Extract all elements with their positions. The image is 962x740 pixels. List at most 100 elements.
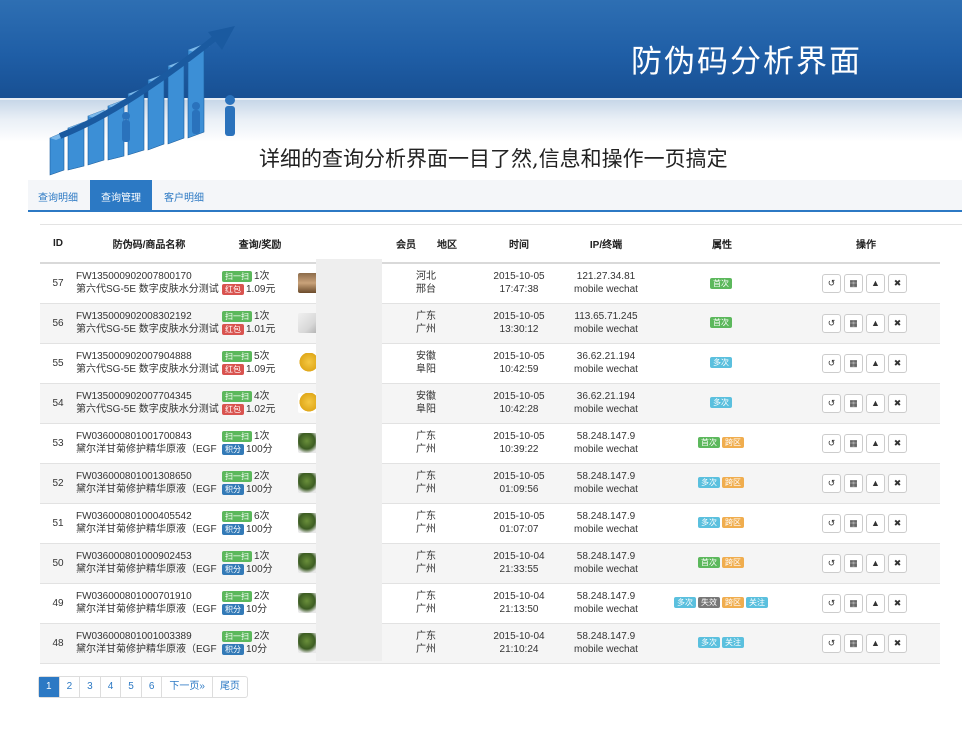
reward-type-badge: 红包 bbox=[222, 323, 244, 335]
header-query-reward: 查询/奖励 bbox=[222, 225, 298, 264]
lock-icon[interactable]: ▲ bbox=[866, 513, 885, 533]
reward-amount: 1.09元 bbox=[246, 284, 276, 296]
product-name: 黛尔洋甘菊修护精华原液（EGF bbox=[76, 444, 217, 455]
tab-customer-detail[interactable]: 客户明细 bbox=[164, 189, 204, 204]
lock-icon[interactable]: ▲ bbox=[866, 473, 885, 493]
query-count: 1次 bbox=[254, 551, 270, 562]
calendar-icon[interactable]: ▦ bbox=[844, 593, 863, 613]
close-icon[interactable]: ✖ bbox=[888, 473, 907, 493]
page-link-6[interactable]: 6 bbox=[142, 677, 163, 697]
history-icon[interactable]: ↺ bbox=[822, 553, 841, 573]
cell-region: 河北 邢台 bbox=[416, 263, 478, 304]
close-icon[interactable]: ✖ bbox=[888, 433, 907, 453]
close-icon[interactable]: ✖ bbox=[888, 513, 907, 533]
scan-badge: 扫一扫 bbox=[222, 430, 252, 442]
history-icon[interactable]: ↺ bbox=[822, 393, 841, 413]
anti-fake-code[interactable]: FW036000801000902453 bbox=[76, 550, 222, 563]
query-count: 1次 bbox=[254, 311, 270, 322]
ip-address: 36.62.21.194 bbox=[576, 351, 636, 362]
cell-region: 广东 广州 bbox=[416, 623, 478, 664]
close-icon[interactable]: ✖ bbox=[888, 633, 907, 653]
last-page-link[interactable]: 尾页 bbox=[213, 677, 247, 697]
lock-icon[interactable]: ▲ bbox=[866, 313, 885, 333]
terminal: mobile wechat bbox=[574, 484, 638, 495]
close-icon[interactable]: ✖ bbox=[888, 313, 907, 333]
calendar-icon[interactable]: ▦ bbox=[844, 313, 863, 333]
anti-fake-code[interactable]: FW036000801001003389 bbox=[76, 630, 222, 643]
calendar-icon[interactable]: ▦ bbox=[844, 473, 863, 493]
table-row[interactable]: 49 FW036000801000701910 黛尔洋甘菊修护精华原液（EGF … bbox=[40, 583, 940, 624]
history-icon[interactable]: ↺ bbox=[822, 433, 841, 453]
cell-time: 2015-10-05 17:47:38 bbox=[478, 263, 560, 304]
table-row[interactable]: 57 FW135000902007800170 第六代SG-5E 数字皮肤水分测… bbox=[40, 263, 940, 304]
close-icon[interactable]: ✖ bbox=[888, 393, 907, 413]
city: 广州 bbox=[416, 524, 436, 535]
anti-fake-code[interactable]: FW135000902007904888 bbox=[76, 350, 222, 363]
page-link-1[interactable]: 1 bbox=[39, 677, 60, 697]
page-link-5[interactable]: 5 bbox=[121, 677, 142, 697]
calendar-icon[interactable]: ▦ bbox=[844, 433, 863, 453]
tab-query-detail[interactable]: 查询明细 bbox=[38, 189, 78, 204]
calendar-icon[interactable]: ▦ bbox=[844, 353, 863, 373]
calendar-icon[interactable]: ▦ bbox=[844, 273, 863, 293]
query-time: 13:30:12 bbox=[499, 324, 539, 335]
cell-code-name: FW135000902008302192 第六代SG-5E 数字皮肤水分测试 bbox=[76, 303, 222, 344]
table-row[interactable]: 53 FW036000801001700843 黛尔洋甘菊修护精华原液（EGF … bbox=[40, 423, 940, 464]
close-icon[interactable]: ✖ bbox=[888, 353, 907, 373]
lock-icon[interactable]: ▲ bbox=[866, 633, 885, 653]
next-page-link[interactable]: 下一页» bbox=[162, 677, 213, 697]
history-icon[interactable]: ↺ bbox=[822, 273, 841, 293]
lock-icon[interactable]: ▲ bbox=[866, 553, 885, 573]
page-link-4[interactable]: 4 bbox=[101, 677, 122, 697]
history-icon[interactable]: ↺ bbox=[822, 633, 841, 653]
history-icon[interactable]: ↺ bbox=[822, 353, 841, 373]
table-row[interactable]: 54 FW135000902007704345 第六代SG-5E 数字皮肤水分测… bbox=[40, 383, 940, 424]
table-row[interactable]: 50 FW036000801000902453 黛尔洋甘菊修护精华原液（EGF … bbox=[40, 543, 940, 584]
lock-icon[interactable]: ▲ bbox=[866, 433, 885, 453]
history-icon[interactable]: ↺ bbox=[822, 513, 841, 533]
calendar-icon[interactable]: ▦ bbox=[844, 553, 863, 573]
province: 安徽 bbox=[416, 351, 436, 362]
history-icon[interactable]: ↺ bbox=[822, 473, 841, 493]
table-row[interactable]: 51 FW036000801000405542 黛尔洋甘菊修护精华原液（EGF … bbox=[40, 503, 940, 544]
table-row[interactable]: 48 FW036000801001003389 黛尔洋甘菊修护精华原液（EGF … bbox=[40, 623, 940, 664]
anti-fake-code[interactable]: FW036000801000405542 bbox=[76, 510, 222, 523]
anti-fake-code[interactable]: FW036000801001700843 bbox=[76, 430, 222, 443]
tab-query-manage[interactable]: 查询管理 bbox=[90, 180, 152, 212]
city: 广州 bbox=[416, 444, 436, 455]
close-icon[interactable]: ✖ bbox=[888, 593, 907, 613]
lock-icon[interactable]: ▲ bbox=[866, 393, 885, 413]
history-icon[interactable]: ↺ bbox=[822, 313, 841, 333]
calendar-icon[interactable]: ▦ bbox=[844, 633, 863, 653]
attribute-badge: 首次 bbox=[698, 557, 720, 569]
page-link-3[interactable]: 3 bbox=[80, 677, 101, 697]
query-date: 2015-10-04 bbox=[493, 551, 545, 562]
table-row[interactable]: 55 FW135000902007904888 第六代SG-5E 数字皮肤水分测… bbox=[40, 343, 940, 384]
query-date: 2015-10-05 bbox=[493, 311, 545, 322]
anti-fake-code[interactable]: FW135000902008302192 bbox=[76, 310, 222, 323]
cell-attributes: 首次 跨区 bbox=[652, 543, 792, 584]
calendar-icon[interactable]: ▦ bbox=[844, 513, 863, 533]
lock-icon[interactable]: ▲ bbox=[866, 273, 885, 293]
page-link-2[interactable]: 2 bbox=[60, 677, 81, 697]
cell-query-reward: 扫一扫 4次 红包 1.02元 bbox=[222, 383, 298, 424]
table-row[interactable]: 56 FW135000902008302192 第六代SG-5E 数字皮肤水分测… bbox=[40, 303, 940, 344]
close-icon[interactable]: ✖ bbox=[888, 273, 907, 293]
header-time: 时间 bbox=[478, 225, 560, 264]
anti-fake-code[interactable]: FW135000902007704345 bbox=[76, 390, 222, 403]
table-row[interactable]: 52 FW036000801001308650 黛尔洋甘菊修护精华原液（EGF … bbox=[40, 463, 940, 504]
product-name: 黛尔洋甘菊修护精华原液（EGF bbox=[76, 564, 217, 575]
anti-fake-code[interactable]: FW036000801000701910 bbox=[76, 590, 222, 603]
close-icon[interactable]: ✖ bbox=[888, 553, 907, 573]
history-icon[interactable]: ↺ bbox=[822, 593, 841, 613]
city: 广州 bbox=[416, 604, 436, 615]
product-name: 黛尔洋甘菊修护精华原液（EGF bbox=[76, 524, 217, 535]
anti-fake-code[interactable]: FW135000902007800170 bbox=[76, 270, 222, 283]
calendar-icon[interactable]: ▦ bbox=[844, 393, 863, 413]
lock-icon[interactable]: ▲ bbox=[866, 353, 885, 373]
cell-actions: ↺ ▦ ▲ ✖ bbox=[792, 623, 940, 664]
cell-time: 2015-10-05 10:39:22 bbox=[478, 423, 560, 464]
cell-attributes: 多次 bbox=[652, 343, 792, 384]
anti-fake-code[interactable]: FW036000801001308650 bbox=[76, 470, 222, 483]
lock-icon[interactable]: ▲ bbox=[866, 593, 885, 613]
